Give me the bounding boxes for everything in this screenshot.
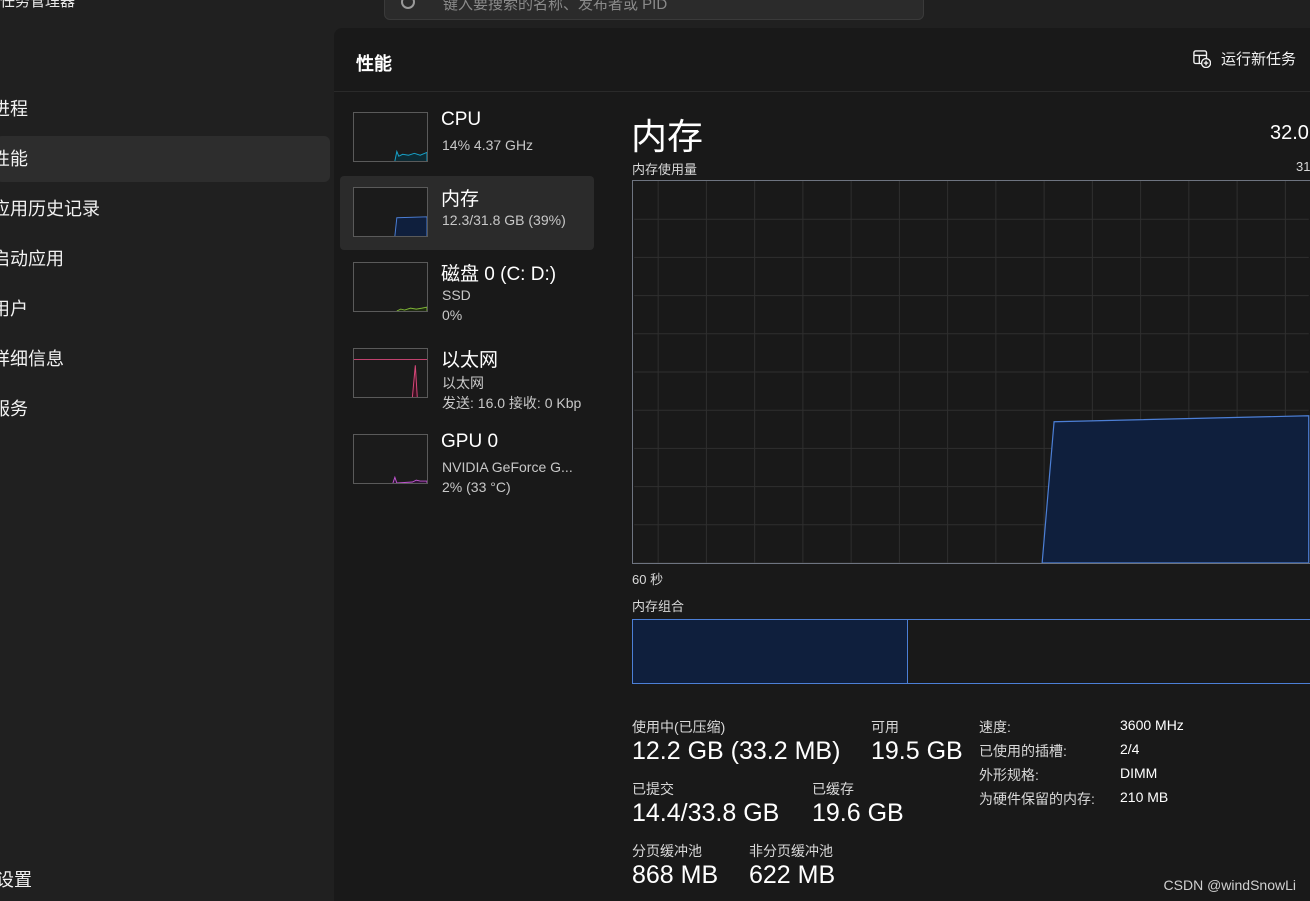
run-task-label: 运行新任务 (1220, 51, 1296, 68)
sidebar-item-performance[interactable]: 性能 (0, 136, 330, 182)
resource-name: 内存 (441, 189, 480, 210)
stat-nonpaged-pool-label: 非分页缓冲池 (749, 843, 833, 859)
sidebar-item-label: 应用历史记录 (0, 199, 100, 219)
spec-form-factor-label: 外形规格: (979, 767, 1039, 783)
main-panel: 性能 运行新任务 CPU 14% 4.37 GHz 内存 12.3/31.8 G… (334, 28, 1310, 901)
spec-hardware-reserved-value: 210 MB (1120, 789, 1169, 805)
search-icon (401, 0, 415, 9)
resource-item-gpu[interactable]: GPU 0 NVIDIA GeForce G... 2% (33 °C) (340, 426, 594, 500)
stat-nonpaged-pool-value: 622 MB (749, 861, 836, 889)
sidebar-item-label: 性能 (0, 149, 28, 169)
spec-form-factor-value: DIMM (1120, 765, 1158, 781)
resource-name: 磁盘 0 (C: D:) (441, 264, 557, 285)
memory-composition-bar (632, 619, 1310, 684)
memory-usage-label: 内存使用量 (632, 162, 698, 177)
composition-in-use-segment (633, 620, 908, 683)
memory-title: 内存 (631, 116, 704, 157)
resource-detail: 发送: 16.0 接收: 0 Kbp (442, 395, 582, 411)
sidebar-item-label: 启动应用 (0, 249, 64, 269)
resource-detail: 12.3/31.8 GB (39%) (442, 212, 566, 228)
stat-in-use-value: 12.2 GB (33.2 MB) (632, 737, 841, 765)
spec-speed-label: 速度: (979, 719, 1011, 735)
stat-cached-label: 已缓存 (812, 781, 854, 797)
stat-cached-value: 19.6 GB (812, 799, 904, 827)
memory-usage-graph (632, 180, 1310, 564)
cpu-thumbnail-graph (353, 112, 428, 162)
stat-available-label: 可用 (871, 719, 899, 735)
stat-available-value: 19.5 GB (871, 737, 963, 765)
resource-detail: 14% 4.37 GHz (442, 137, 534, 153)
resource-item-disk[interactable]: 磁盘 0 (C: D:) SSD 0% (340, 254, 594, 328)
gpu-thumbnail-graph (353, 434, 428, 484)
app-title: 任务管理器 (0, 0, 76, 10)
resource-detail: 以太网 (442, 375, 484, 391)
resource-detail: 0% (442, 307, 463, 323)
stat-committed-value: 14.4/33.8 GB (632, 799, 780, 827)
sidebar-item-startup-apps[interactable]: 启动应用 (0, 236, 330, 282)
stat-paged-pool-label: 分页缓冲池 (632, 843, 702, 859)
sidebar-item-app-history[interactable]: 应用历史记录 (0, 186, 330, 232)
resource-item-ethernet[interactable]: 以太网 以太网 发送: 16.0 接收: 0 Kbp (340, 340, 594, 414)
search-input[interactable] (443, 0, 903, 15)
spec-hardware-reserved-label: 为硬件保留的内存: (979, 791, 1095, 807)
stat-paged-pool-value: 868 MB (632, 861, 719, 889)
stat-in-use-label: 使用中(已压缩) (632, 719, 726, 735)
resource-detail: SSD (442, 287, 471, 303)
sidebar-item-settings[interactable]: 设置 (0, 866, 32, 892)
stat-committed-label: 已提交 (632, 781, 674, 797)
disk-thumbnail-graph (353, 262, 428, 312)
resource-name: CPU (441, 109, 482, 130)
memory-thumbnail-graph (353, 187, 428, 237)
watermark: CSDN @windSnowLi (1163, 877, 1296, 893)
sidebar-item-processes[interactable]: 进程 (0, 86, 330, 132)
sidebar-item-label: 服务 (0, 399, 28, 419)
spec-speed-value: 3600 MHz (1120, 717, 1184, 733)
spec-slots-value: 2/4 (1120, 741, 1140, 757)
run-task-icon (1193, 49, 1211, 68)
sidebar-item-label: 详细信息 (0, 349, 64, 369)
sidebar-item-label: 进程 (0, 99, 28, 119)
memory-composition-label: 内存组合 (632, 599, 685, 614)
sidebar-item-users[interactable]: 用户 (0, 286, 330, 332)
graph-time-label: 60 秒 (632, 572, 664, 587)
ethernet-thumbnail-graph (353, 348, 428, 398)
sidebar-item-details[interactable]: 详细信息 (0, 336, 330, 382)
resource-detail: NVIDIA GeForce G... (442, 459, 573, 475)
sidebar-item-label: 用户 (0, 299, 28, 319)
resource-name: GPU 0 (441, 431, 499, 452)
header-divider (334, 91, 1310, 92)
spec-slots-label: 已使用的插槽: (979, 743, 1067, 759)
memory-total: 32.0 (1270, 122, 1309, 144)
page-title: 性能 (356, 54, 392, 74)
memory-usage-area (1041, 415, 1310, 563)
memory-usage-max: 31 (1296, 159, 1310, 174)
search-box[interactable] (384, 0, 924, 20)
resource-item-cpu[interactable]: CPU 14% 4.37 GHz (340, 104, 594, 178)
resource-detail: 2% (33 °C) (442, 479, 511, 495)
sidebar-item-services[interactable]: 服务 (0, 386, 330, 432)
resource-item-memory[interactable]: 内存 12.3/31.8 GB (39%) (340, 176, 594, 250)
run-new-task-button[interactable]: 运行新任务 (1193, 48, 1296, 69)
resource-name: 以太网 (441, 350, 499, 371)
